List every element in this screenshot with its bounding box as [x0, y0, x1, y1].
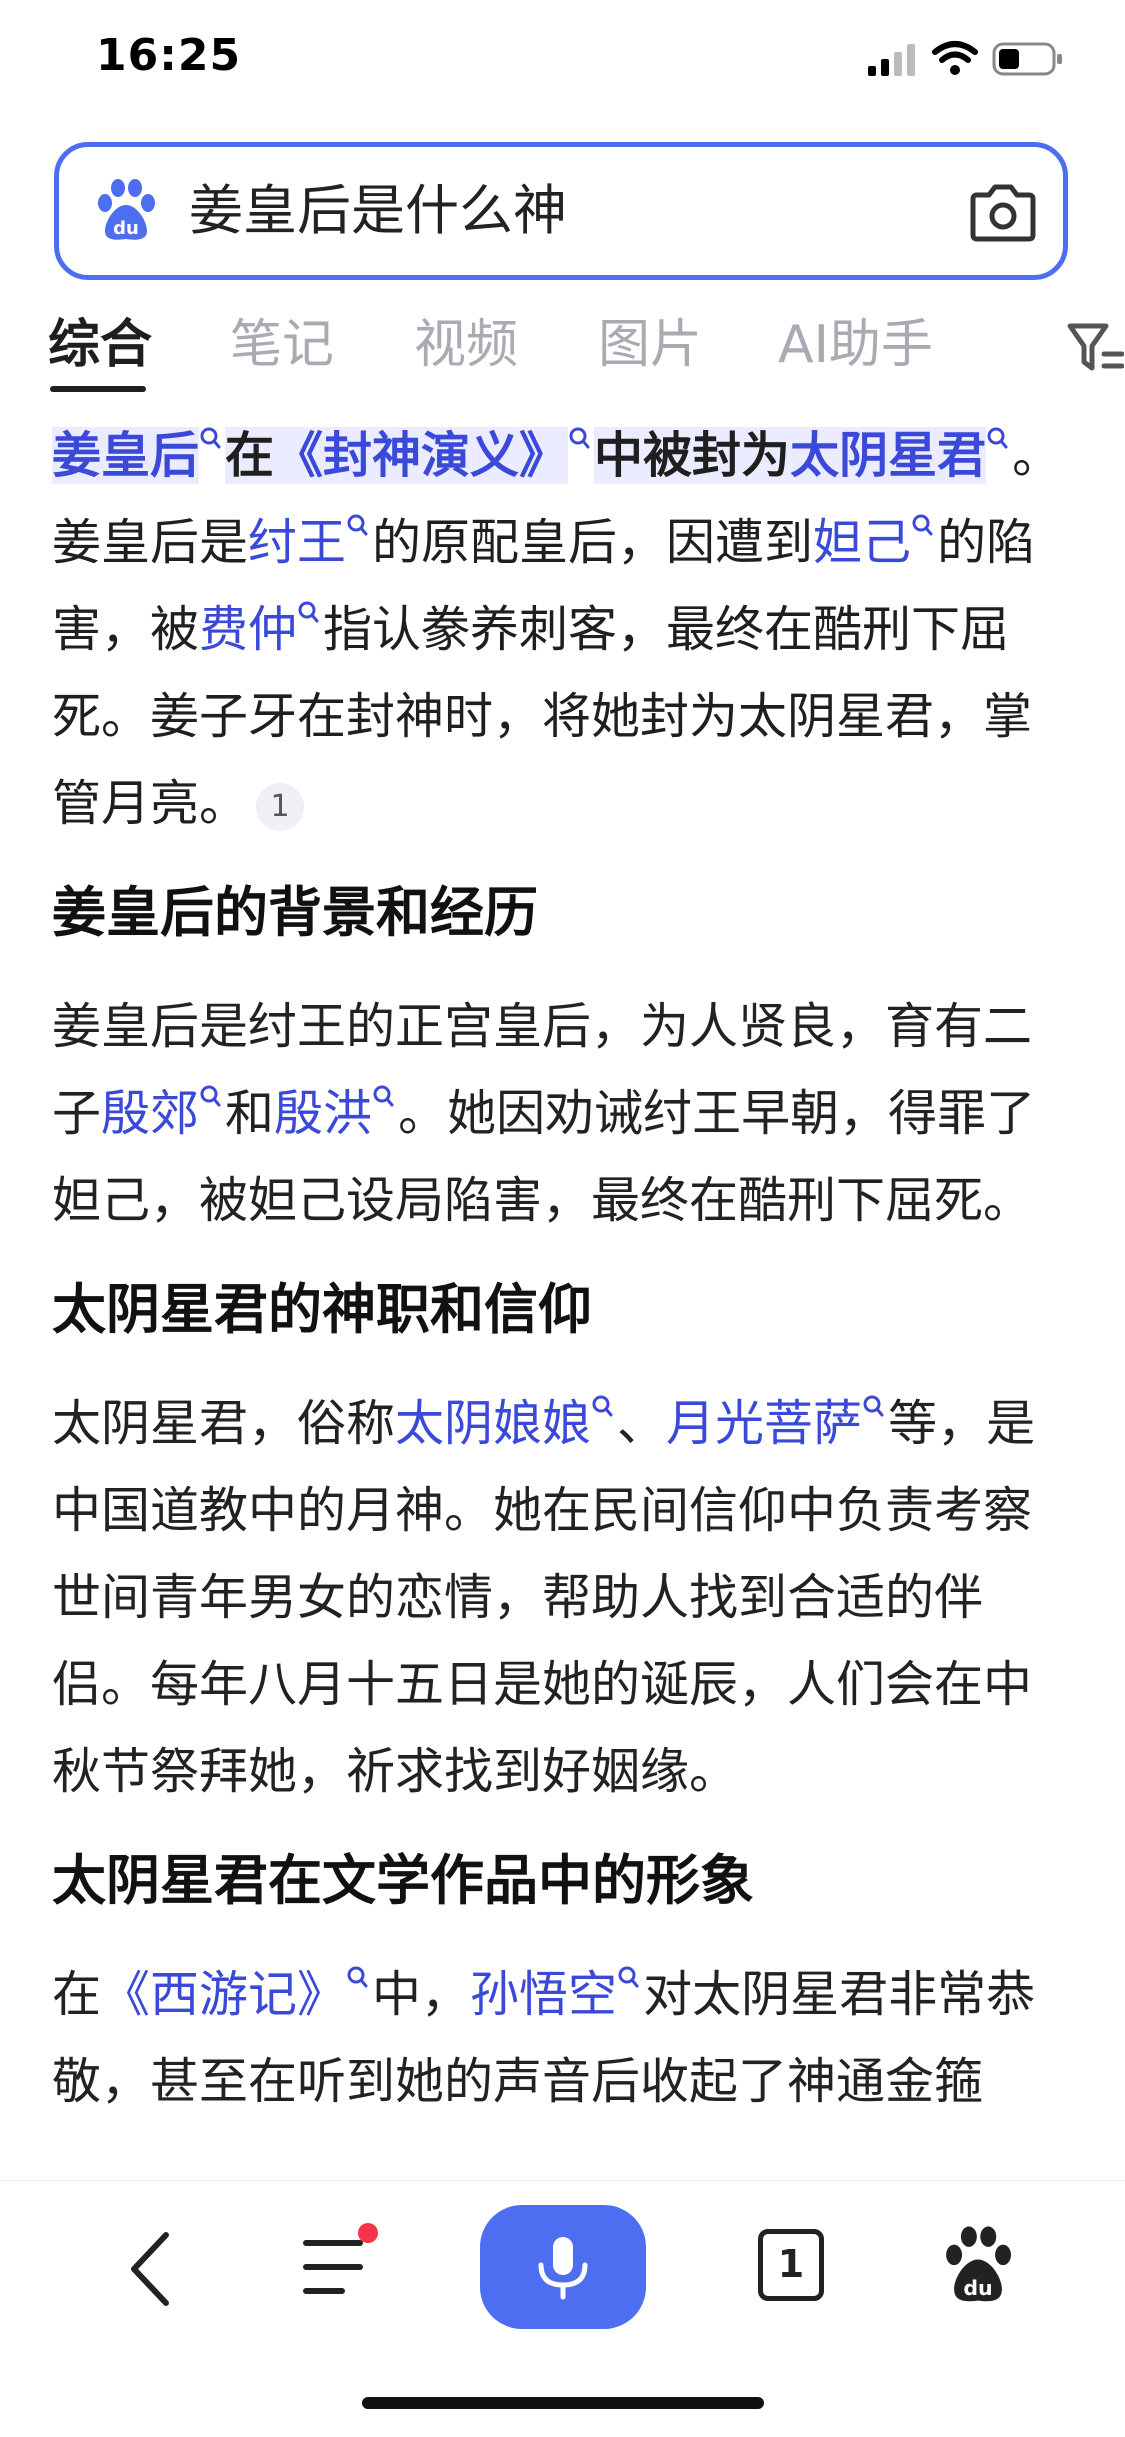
svg-text:du: du — [963, 2276, 992, 2300]
tab-notes[interactable]: 笔记 — [230, 310, 334, 380]
paragraph-literature: 在《西游记》 中，孙悟空 对太阴星君非常恭敬，甚至在听到她的声音后收起了神通金箍 — [52, 1951, 1072, 2125]
microphone-icon — [538, 2237, 588, 2300]
link-yin-hong[interactable]: 殷洪 — [274, 1085, 372, 1142]
svg-text:du: du — [113, 218, 139, 239]
body-text: 中， — [372, 1966, 471, 2023]
tab-switcher-button[interactable]: 1 — [758, 2229, 824, 2301]
section-title-literature: 太阴星君在文学作品中的形象 — [52, 1849, 754, 1912]
tab-comprehensive[interactable]: 综合 — [48, 310, 152, 380]
camera-icon[interactable] — [969, 179, 1037, 243]
answer-lead: 姜皇后 在《封神演义》 中被封为太阴星君 。姜皇后是纣王 的原配皇后，因遭到妲己 的陷害，… — [52, 412, 1072, 847]
lead-text: 中被封为 — [594, 427, 791, 484]
search-icon[interactable] — [568, 426, 590, 454]
search-input[interactable]: 姜皇后是什么神 — [189, 181, 567, 241]
body-text: 太阴星君，俗称 — [52, 1395, 396, 1452]
body-text: 等，是中国道教中的月神。她在民间信仰中负责考察世间青年男女的恋情，帮助人找到合适… — [52, 1395, 1036, 1800]
section-title-background: 姜皇后的背景和经历 — [52, 881, 538, 944]
search-bar[interactable]: du 姜皇后是什么神 — [54, 142, 1068, 280]
tab-videos[interactable]: 视频 — [414, 310, 518, 380]
link-xiyouji[interactable]: 《西游记》 — [101, 1966, 346, 2023]
link-fei-zhong[interactable]: 费仲 — [199, 601, 297, 658]
link-fengshen-yanyi[interactable]: 《封神演义》 — [274, 427, 569, 484]
filter-icon[interactable] — [1066, 322, 1124, 374]
citation-badge[interactable]: 1 — [256, 782, 305, 831]
search-icon[interactable] — [862, 1394, 884, 1422]
link-yin-jiao[interactable]: 殷郊 — [101, 1085, 199, 1142]
status-bar: 16:25 — [0, 0, 1125, 120]
battery-icon — [992, 42, 1062, 76]
search-icon[interactable] — [591, 1394, 613, 1422]
search-icon[interactable] — [346, 513, 368, 541]
back-arrow-icon[interactable] — [122, 2229, 178, 2309]
status-time: 16:25 — [96, 30, 242, 81]
paragraph-role: 太阴星君，俗称太阴娘娘 、月光菩萨 等，是中国道教中的月神。她在民间信仰中负责考察世… — [52, 1380, 1072, 1815]
home-indicator — [362, 2397, 764, 2409]
link-taiyin-niangniang[interactable]: 太阴娘娘 — [395, 1395, 591, 1452]
tab-images[interactable]: 图片 — [598, 310, 702, 380]
link-daji[interactable]: 妲己 — [813, 514, 911, 571]
search-icon[interactable] — [372, 1084, 394, 1112]
link-zhou-king[interactable]: 纣王 — [248, 514, 346, 571]
paragraph-background: 姜皇后是纣王的正宫皇后，为人贤良，育有二子殷郊 和殷洪 。她因劝诫纣王早朝，得罪了妲… — [52, 983, 1072, 1244]
baidu-paw-icon[interactable]: du — [940, 2223, 1016, 2305]
search-icon[interactable] — [199, 426, 221, 454]
search-icon[interactable] — [346, 1965, 368, 1993]
voice-search-button[interactable] — [480, 2205, 646, 2329]
notification-dot — [358, 2223, 378, 2243]
link-yueguang-pusa[interactable]: 月光菩萨 — [666, 1395, 862, 1452]
search-icon[interactable] — [986, 426, 1008, 454]
bottom-toolbar: 1 du — [0, 2180, 1125, 2437]
body-text: 在 — [52, 1966, 102, 2023]
body-text: 和 — [225, 1085, 275, 1142]
link-sun-wukong[interactable]: 孙悟空 — [470, 1966, 617, 2023]
search-icon[interactable] — [617, 1965, 639, 1993]
search-icon[interactable] — [199, 1084, 221, 1112]
body-text: 、 — [617, 1395, 667, 1452]
result-tabs: 综合 笔记 视频 图片 AI助手 — [48, 310, 1125, 392]
active-tab-indicator — [50, 386, 146, 392]
lead-text: 在 — [225, 427, 275, 484]
section-title-role: 太阴星君的神职和信仰 — [52, 1278, 592, 1341]
search-icon[interactable] — [297, 600, 319, 628]
link-jiang-queen[interactable]: 姜皇后 — [52, 427, 200, 484]
body-text: 的原配皇后，因遭到 — [372, 514, 814, 571]
search-icon[interactable] — [911, 513, 933, 541]
cellular-signal-icon — [868, 44, 915, 76]
answer-content: 姜皇后 在《封神演义》 中被封为太阴星君 。姜皇后是纣王 的原配皇后，因遭到妲己 的陷害，… — [52, 412, 1072, 2125]
wifi-icon — [932, 41, 978, 75]
tab-ai-assistant[interactable]: AI助手 — [778, 310, 933, 380]
link-taiyin-xingjun[interactable]: 太阴星君 — [790, 427, 987, 484]
baidu-paw-icon[interactable]: du — [93, 177, 159, 243]
